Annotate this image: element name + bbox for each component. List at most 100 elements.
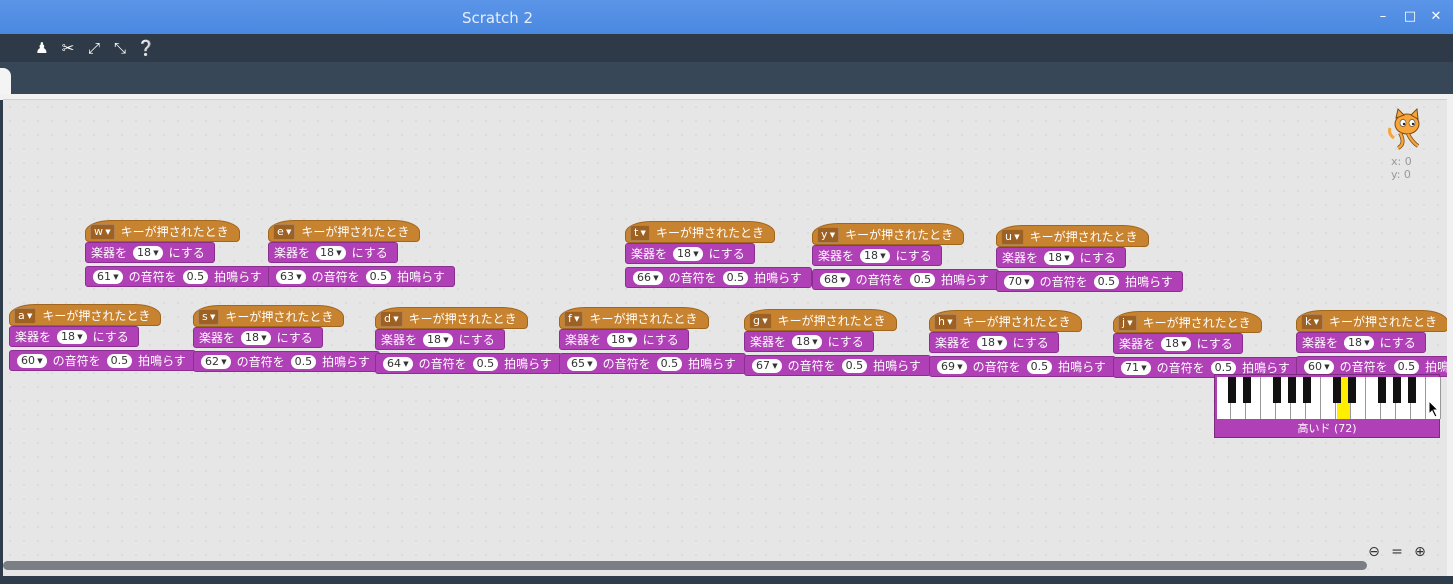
piano-black-key[interactable] [1303,377,1311,403]
shrink-icon[interactable]: ⤡ [110,38,130,58]
play-note-block[interactable]: 66 ▼ の音符を 0.5 拍鳴らす [625,267,812,288]
beats-input[interactable]: 0.5 [841,358,868,373]
note-input[interactable]: 60 ▼ [1304,359,1334,374]
note-input[interactable]: 66 ▼ [633,270,663,285]
scripts-canvas[interactable]: w ▼ キーが押されたとき 楽器を 18 ▼ にする 61 ▼ の音符を 0.5 拍鳴らす e ▼… [3,99,1447,577]
instrument-input[interactable]: 18 ▼ [860,248,890,263]
note-input[interactable]: 62 ▼ [201,354,231,369]
beats-input[interactable]: 0.5 [472,356,499,371]
key-dropdown[interactable]: y ▼ [817,227,840,243]
beats-input[interactable]: 0.5 [182,269,209,284]
beats-input[interactable]: 0.5 [722,270,749,285]
key-dropdown[interactable]: d ▼ [380,311,403,327]
set-instrument-block[interactable]: 楽器を 18 ▼ にする [625,243,755,264]
play-note-block[interactable]: 69 ▼ の音符を 0.5 拍鳴らす [929,356,1116,377]
note-input[interactable]: 63 ▼ [276,269,306,284]
note-input[interactable]: 70 ▼ [1004,274,1034,289]
when-key-pressed-block[interactable]: t ▼ キーが押されたとき [625,213,775,243]
instrument-input[interactable]: 18 ▼ [792,334,822,349]
set-instrument-block[interactable]: 楽器を 18 ▼ にする [744,331,874,352]
when-key-pressed-block[interactable]: f ▼ キーが押されたとき [559,299,709,329]
when-key-pressed-block[interactable]: e ▼ キーが押されたとき [268,212,421,242]
key-dropdown[interactable]: g ▼ [749,313,772,329]
piano-black-key[interactable] [1393,377,1401,403]
zoom-reset-icon[interactable]: = [1388,543,1406,561]
when-key-pressed-block[interactable]: w ▼ キーが押されたとき [85,212,240,242]
piano-black-key[interactable] [1333,377,1341,403]
beats-input[interactable]: 0.5 [1093,274,1120,289]
horizontal-scrollbar[interactable] [3,561,1367,570]
instrument-input[interactable]: 18 ▼ [316,245,346,260]
play-note-block[interactable]: 64 ▼ の音符を 0.5 拍鳴らす [375,353,562,374]
set-instrument-block[interactable]: 楽器を 18 ▼ にする [1296,332,1426,353]
instrument-input[interactable]: 18 ▼ [673,246,703,261]
instrument-input[interactable]: 18 ▼ [607,332,637,347]
set-instrument-block[interactable]: 楽器を 18 ▼ にする [85,242,215,263]
when-key-pressed-block[interactable]: y ▼ キーが押されたとき [812,215,965,245]
instrument-input[interactable]: 18 ▼ [423,332,453,347]
when-key-pressed-block[interactable]: k ▼ キーが押されたとき [1296,302,1447,332]
key-dropdown[interactable]: h ▼ [934,314,957,330]
note-input[interactable]: 71 ▼ [1121,360,1151,375]
set-instrument-block[interactable]: 楽器を 18 ▼ にする [559,329,689,350]
piano-black-key[interactable] [1348,377,1356,403]
beats-input[interactable]: 0.5 [365,269,392,284]
instrument-input[interactable]: 18 ▼ [977,335,1007,350]
note-input[interactable]: 65 ▼ [567,356,597,371]
note-input[interactable]: 69 ▼ [937,359,967,374]
instrument-input[interactable]: 18 ▼ [133,245,163,260]
set-instrument-block[interactable]: 楽器を 18 ▼ にする [929,332,1059,353]
play-note-block[interactable]: 70 ▼ の音符を 0.5 拍鳴らす [996,271,1183,292]
play-note-block[interactable]: 65 ▼ の音符を 0.5 拍鳴らす [559,353,746,374]
piano-black-key[interactable] [1228,377,1236,403]
when-key-pressed-block[interactable]: d ▼ キーが押されたとき [375,299,528,329]
beats-input[interactable]: 0.5 [290,354,317,369]
minimize-icon[interactable]: – [1374,8,1392,26]
piano-keyboard[interactable] [1217,377,1441,419]
note-input[interactable]: 67 ▼ [752,358,782,373]
play-note-block[interactable]: 61 ▼ の音符を 0.5 拍鳴らす [85,266,272,287]
set-instrument-block[interactable]: 楽器を 18 ▼ にする [193,327,323,348]
zoom-out-icon[interactable]: ⊖ [1365,543,1383,561]
play-note-block[interactable]: 68 ▼ の音符を 0.5 拍鳴らす [812,269,999,290]
when-key-pressed-block[interactable]: g ▼ キーが押されたとき [744,301,897,331]
key-dropdown[interactable]: u ▼ [1001,229,1024,245]
piano-black-key[interactable] [1243,377,1251,403]
key-dropdown[interactable]: s ▼ [198,309,220,325]
set-instrument-block[interactable]: 楽器を 18 ▼ にする [1113,333,1243,354]
beats-input[interactable]: 0.5 [1026,359,1053,374]
play-note-block[interactable]: 60 ▼ の音符を 0.5 拍鳴らす [9,350,196,371]
key-dropdown[interactable]: f ▼ [564,311,584,327]
zoom-in-icon[interactable]: ⊕ [1411,543,1429,561]
instrument-input[interactable]: 18 ▼ [1161,336,1191,351]
help-icon[interactable]: ❔ [136,38,156,58]
when-key-pressed-block[interactable]: h ▼ キーが押されたとき [929,302,1082,332]
set-instrument-block[interactable]: 楽器を 18 ▼ にする [996,247,1126,268]
when-key-pressed-block[interactable]: u ▼ キーが押されたとき [996,217,1149,247]
maximize-icon[interactable]: □ [1401,8,1419,26]
piano-black-key[interactable] [1408,377,1416,403]
note-input[interactable]: 68 ▼ [820,272,850,287]
note-input[interactable]: 61 ▼ [93,269,123,284]
instrument-input[interactable]: 18 ▼ [1344,335,1374,350]
piano-black-key[interactable] [1288,377,1296,403]
key-dropdown[interactable]: w ▼ [90,224,115,240]
close-icon[interactable]: ✕ [1427,8,1445,26]
beats-input[interactable]: 0.5 [106,353,133,368]
when-key-pressed-block[interactable]: s ▼ キーが押されたとき [193,297,345,327]
instrument-input[interactable]: 18 ▼ [1044,250,1074,265]
piano-black-key[interactable] [1378,377,1386,403]
key-dropdown[interactable]: e ▼ [273,224,296,240]
delete-icon[interactable]: ✂ [58,38,78,58]
set-instrument-block[interactable]: 楽器を 18 ▼ にする [9,326,139,347]
beats-input[interactable]: 0.5 [1210,360,1237,375]
key-dropdown[interactable]: k ▼ [1301,314,1323,330]
grow-icon[interactable]: ⤢ [84,38,104,58]
key-dropdown[interactable]: a ▼ [14,308,37,324]
set-instrument-block[interactable]: 楽器を 18 ▼ にする [375,329,505,350]
set-instrument-block[interactable]: 楽器を 18 ▼ にする [268,242,398,263]
play-note-block[interactable]: 62 ▼ の音符を 0.5 拍鳴らす [193,351,380,372]
note-piano-popup[interactable]: 高いド (72) [1214,374,1441,438]
note-input[interactable]: 64 ▼ [383,356,413,371]
instrument-input[interactable]: 18 ▼ [57,329,87,344]
